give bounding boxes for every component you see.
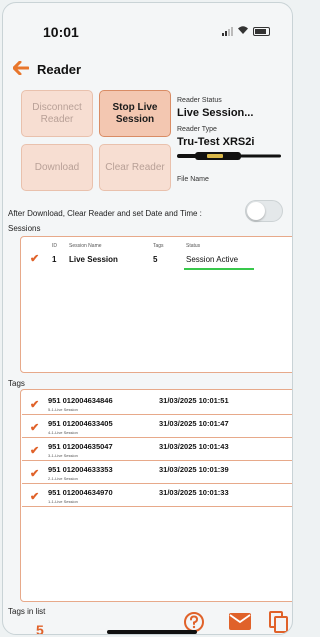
wifi-icon — [237, 25, 249, 37]
signal-icon — [222, 26, 233, 36]
status-bar: 10:01 — [3, 3, 292, 51]
tag-timestamp: 31/03/2025 10:01:51 — [159, 396, 229, 405]
tag-session: 5-1-Live Session — [48, 407, 78, 412]
reader-status-label: Reader Status — [177, 97, 222, 104]
tag-timestamp: 31/03/2025 10:01:47 — [159, 419, 229, 428]
tag-session: 3-1-Live Session — [48, 453, 78, 458]
copy-icon[interactable] — [269, 611, 289, 634]
tag-session: 2-1-Live Session — [48, 476, 78, 481]
check-icon: ✔ — [30, 253, 40, 265]
session-id: 1 — [52, 255, 57, 264]
sessions-table: ID Session Name Tags Status ✔ 1 Live Ses… — [20, 236, 292, 373]
session-tag-count: 5 — [153, 255, 158, 264]
check-icon: ✔ — [30, 491, 40, 503]
header: Reader — [12, 60, 82, 78]
col-header-status: Status — [186, 243, 201, 249]
col-header-tags: Tags — [153, 243, 164, 249]
tag-timestamp: 31/03/2025 10:01:33 — [159, 488, 229, 497]
download-button[interactable]: Download — [21, 144, 93, 191]
check-icon: ✔ — [30, 468, 40, 480]
file-name-label: File Name — [177, 176, 209, 183]
tag-number: 951 012004634846 — [48, 396, 113, 405]
check-icon: ✔ — [30, 422, 40, 434]
check-icon: ✔ — [30, 399, 40, 411]
stop-live-session-button[interactable]: Stop Live Session — [99, 90, 171, 137]
tags-list: ✔ 951 012004634846 5-1-Live Session 31/0… — [20, 389, 292, 602]
page-title: Reader — [37, 61, 82, 77]
status-time: 10:01 — [43, 24, 79, 40]
reader-type-value: Tru-Test XRS2i — [177, 136, 255, 148]
tag-number: 951 012004633353 — [48, 465, 113, 474]
mail-icon[interactable] — [229, 613, 251, 634]
tag-row[interactable]: ✔ 951 012004633353 2-1-Live Session 31/0… — [22, 463, 292, 484]
app-screen: 10:01 Reader Disconnect Reader Stop Live… — [2, 2, 293, 635]
tag-number: 951 012004635047 — [48, 442, 113, 451]
reader-status-value: Live Session... — [177, 107, 254, 119]
clear-reader-toggle[interactable] — [245, 200, 283, 222]
check-icon: ✔ — [30, 445, 40, 457]
tags-in-list-count: 5 — [36, 622, 44, 635]
col-header-id: ID — [52, 243, 57, 249]
status-icons — [222, 25, 270, 37]
tag-row[interactable]: ✔ 951 012004635047 3-1-Live Session 31/0… — [22, 440, 292, 461]
tag-timestamp: 31/03/2025 10:01:39 — [159, 465, 229, 474]
tag-number: 951 012004633405 — [48, 419, 113, 428]
battery-icon — [253, 26, 270, 36]
tag-timestamp: 31/03/2025 10:01:43 — [159, 442, 229, 451]
tag-row[interactable]: ✔ 951 012004634846 5-1-Live Session 31/0… — [22, 394, 292, 415]
tags-label: Tags — [8, 379, 25, 388]
session-active-indicator — [184, 268, 254, 270]
sessions-label: Sessions — [8, 224, 41, 233]
tag-row[interactable]: ✔ 951 012004633405 4-1-Live Session 31/0… — [22, 417, 292, 438]
after-download-label: After Download, Clear Reader and set Dat… — [8, 209, 202, 218]
tag-session: 4-1-Live Session — [48, 430, 78, 435]
session-name: Live Session — [69, 255, 118, 264]
tags-in-list-label: Tags in list — [8, 607, 46, 616]
col-header-session-name: Session Name — [69, 243, 102, 249]
back-arrow-icon[interactable] — [12, 60, 30, 78]
tag-number: 951 012004634970 — [48, 488, 113, 497]
home-indicator — [107, 630, 197, 634]
clear-reader-button[interactable]: Clear Reader — [99, 144, 171, 191]
disconnect-reader-button[interactable]: Disconnect Reader — [21, 90, 93, 137]
reader-type-label: Reader Type — [177, 126, 217, 133]
tag-row[interactable]: ✔ 951 012004634970 1-1-Live Session 31/0… — [22, 486, 292, 507]
reader-device-icon — [177, 152, 281, 160]
tag-session: 1-1-Live Session — [48, 499, 78, 504]
session-status: Session Active — [186, 255, 239, 264]
